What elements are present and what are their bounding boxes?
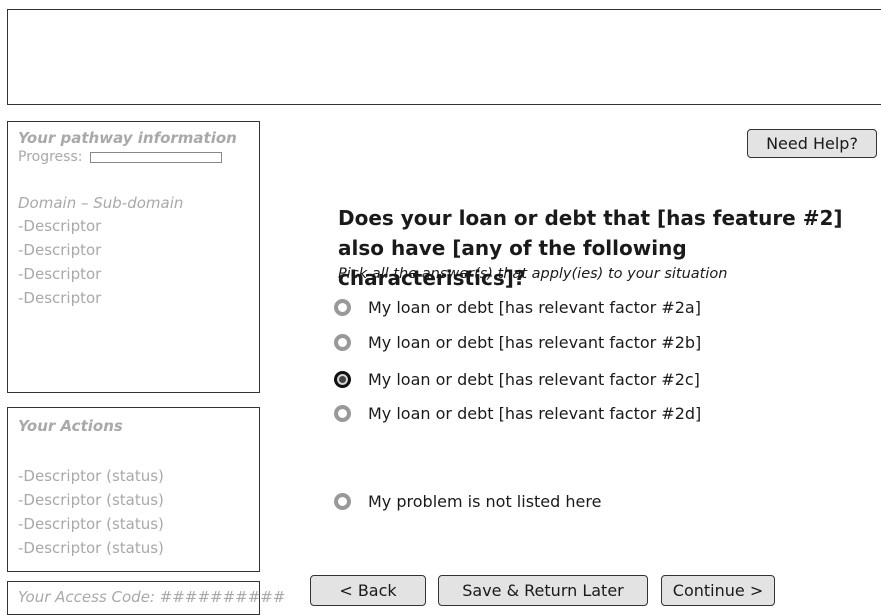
pathway-panel: Your pathway information Progress: Domai… (7, 121, 260, 393)
pathway-title: Your pathway information (18, 129, 237, 147)
back-button[interactable]: < Back (310, 575, 426, 606)
option-factor-2a[interactable]: My loan or debt [has relevant factor #2a… (334, 298, 701, 317)
continue-button[interactable]: Continue > (661, 575, 775, 606)
radio-unselected-icon[interactable] (334, 405, 351, 422)
progress-row: Progress: (18, 148, 249, 166)
actions-list: -Descriptor (status) -Descriptor (status… (18, 464, 249, 560)
option-label: My loan or debt [has relevant factor #2c… (368, 370, 700, 389)
option-label: My loan or debt [has relevant factor #2d… (368, 404, 702, 423)
radio-selected-icon[interactable] (334, 371, 351, 388)
progress-bar (90, 151, 223, 163)
header-banner (7, 9, 881, 105)
actions-panel: Your Actions -Descriptor (status) -Descr… (7, 407, 260, 572)
radio-unselected-icon[interactable] (334, 299, 351, 316)
action-item: -Descriptor (status) (18, 491, 164, 509)
action-item: -Descriptor (status) (18, 467, 164, 485)
radio-unselected-icon[interactable] (334, 334, 351, 351)
save-return-later-button[interactable]: Save & Return Later (438, 575, 648, 606)
action-item: -Descriptor (status) (18, 515, 164, 533)
option-factor-2c[interactable]: My loan or debt [has relevant factor #2c… (334, 370, 700, 389)
access-code: Your Access Code: ########## (18, 588, 286, 606)
question-instruction: Pick all the answer(s) that apply(ies) t… (338, 266, 728, 282)
option-not-listed[interactable]: My problem is not listed here (334, 492, 601, 511)
descriptor-item: -Descriptor (18, 241, 102, 259)
descriptor-item: -Descriptor (18, 217, 102, 235)
access-code-panel: Your Access Code: ########## (7, 581, 286, 615)
descriptor-item: -Descriptor (18, 289, 102, 307)
domain-subdomain: Domain – Sub-domain (18, 194, 184, 212)
descriptor-item: -Descriptor (18, 265, 102, 283)
actions-title: Your Actions (18, 417, 123, 435)
option-factor-2b[interactable]: My loan or debt [has relevant factor #2b… (334, 333, 701, 352)
progress-label: Progress: (18, 149, 83, 165)
option-label: My loan or debt [has relevant factor #2b… (368, 333, 702, 352)
option-label: My loan or debt [has relevant factor #2a… (368, 298, 701, 317)
need-help-button[interactable]: Need Help? (747, 129, 877, 158)
action-item: -Descriptor (status) (18, 539, 164, 557)
radio-unselected-icon[interactable] (334, 493, 351, 510)
option-factor-2d[interactable]: My loan or debt [has relevant factor #2d… (334, 404, 701, 423)
option-label: My problem is not listed here (368, 492, 602, 511)
